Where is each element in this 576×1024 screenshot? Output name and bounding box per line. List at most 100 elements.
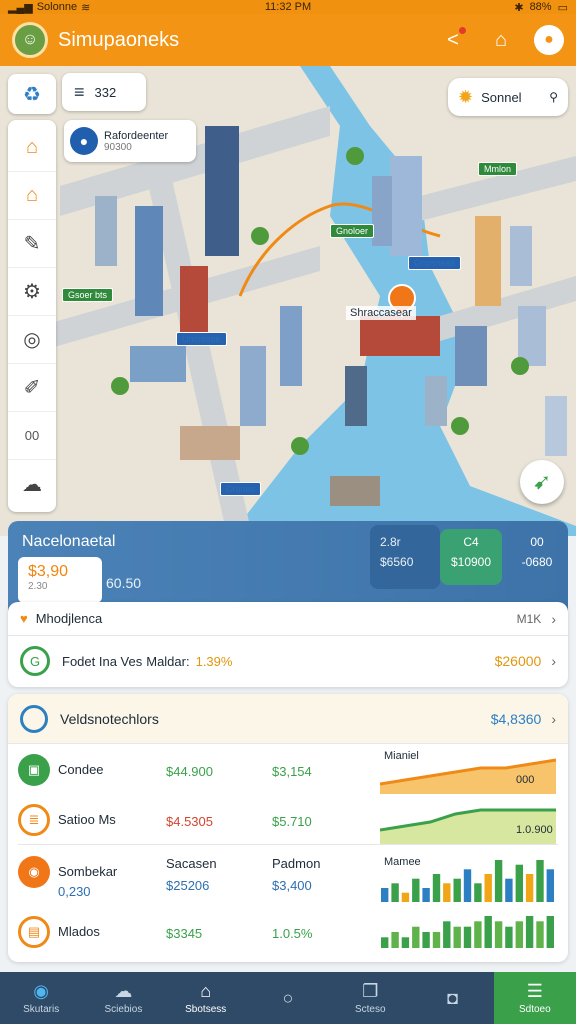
bar — [505, 926, 513, 948]
bar — [546, 916, 554, 948]
stat-row-label: Sombekar — [58, 864, 118, 879]
bar — [432, 874, 441, 902]
map-label[interactable]: Gnoloer — [330, 224, 375, 238]
stat-row-col1-label: Sacasen — [166, 856, 217, 871]
building-tool[interactable]: ⌂ — [8, 124, 56, 172]
fund-percent: 1.39% — [195, 653, 233, 669]
stat-tile-1[interactable]: 2.8r $6560 — [370, 525, 440, 589]
pin-label: Shraccasear — [346, 306, 416, 320]
building — [180, 426, 240, 460]
bar — [391, 883, 399, 902]
stat-tile-3[interactable]: 00 -0680 — [508, 529, 566, 575]
nav-item-circle[interactable]: ○ — [247, 972, 329, 1024]
stats-total: $4,8360 — [490, 710, 542, 727]
route-icon: ⌂ — [494, 28, 508, 51]
fund-amount: $26000 — [494, 653, 542, 669]
bar — [401, 892, 410, 902]
info-card-subtitle: 90300 — [104, 141, 132, 153]
building — [475, 216, 501, 306]
building — [518, 306, 546, 366]
fund-label: Fodet Ina Ves — [62, 653, 143, 669]
stat-row-col2: $5.710 — [272, 814, 312, 829]
grid-tool[interactable]: 00 — [8, 412, 56, 460]
locate-fab[interactable]: ➹ — [520, 460, 564, 504]
route-button[interactable]: ⌂ — [486, 25, 516, 55]
stat-row[interactable]: ≣ Satioo Ms $4.5305 $5.710 1.0.900 — [8, 796, 568, 846]
nav-item-sdtoeo[interactable]: ☰ Sdtoeo — [493, 972, 576, 1024]
stat-value: $10900 — [450, 555, 492, 569]
menu-chip[interactable]: ≡ 332 — [62, 73, 146, 111]
ruler-icon: ✎ — [23, 233, 41, 255]
draw-tool[interactable]: ✐ — [8, 364, 56, 412]
clock: 11:32 PM — [264, 1, 312, 13]
share-icon: < — [447, 28, 459, 51]
map-label[interactable]: Gnpsneas — [408, 256, 462, 270]
measure-tool[interactable]: ✎ — [8, 220, 56, 268]
summary-row-label: Mhodjlenca — [35, 611, 103, 626]
map-label[interactable]: Crunes — [220, 482, 262, 496]
compass-tool[interactable]: ◎ — [8, 316, 56, 364]
hamburger-icon: ≡ — [74, 81, 85, 102]
bar — [525, 874, 534, 902]
layers-button[interactable]: ♻ — [8, 74, 56, 114]
fund-row[interactable]: G Fodet Ina Ves Maldar: 1.39% $26000 › — [8, 636, 568, 686]
chevron-right-icon: › — [551, 710, 556, 727]
settings-chip[interactable]: ✹ Sonnel ⚲ — [448, 78, 568, 116]
stat-value: -0680 — [521, 555, 553, 569]
map-label[interactable]: Gsoer bts — [62, 288, 114, 302]
overview-badge[interactable]: $3,90 2.30 — [18, 557, 102, 603]
bar — [463, 869, 472, 902]
nav-item-sbotsess[interactable]: ⌂ Sbotsess — [165, 972, 247, 1024]
nav-label: Skutaris — [23, 1004, 60, 1015]
bar — [422, 932, 430, 948]
stat-row[interactable]: ▤ Mlados $3345 1.0.5% — [8, 908, 568, 958]
bar — [525, 916, 534, 948]
bar — [515, 864, 523, 902]
gear-icon: ⚙ — [23, 281, 41, 303]
bar — [432, 932, 441, 948]
spark-value: 1.0.900 — [516, 824, 553, 836]
map-label[interactable]: Mmlon — [478, 162, 518, 176]
house-tool[interactable]: ⌂ — [8, 172, 56, 220]
tree — [251, 227, 269, 245]
nav-item-sciebios[interactable]: ☁ Sciebios — [82, 972, 164, 1024]
nav-item-skutaris[interactable]: ◉ Skutaris — [0, 972, 82, 1024]
tree — [346, 147, 364, 165]
wallet-icon: ▣ — [18, 754, 50, 786]
stack-icon: ☰ — [526, 981, 543, 1001]
stat-label: 2.8r — [380, 535, 401, 549]
clipboard-icon: ▤ — [18, 916, 50, 948]
share-button[interactable]: < — [438, 25, 468, 55]
fund-icon: G — [20, 646, 50, 676]
settings-tool[interactable]: ⚙ — [8, 268, 56, 316]
map-label[interactable]: Uncrosoe — [176, 332, 227, 346]
search-icon[interactable]: ⚲ — [549, 90, 558, 104]
stat-row-label: Satioo Ms — [58, 812, 116, 827]
stats-header[interactable]: Veldsnotechlors $4,8360 › — [8, 694, 568, 744]
bar — [536, 921, 544, 948]
stat-row-label: Mlados — [58, 924, 100, 939]
message-icon: ◘ — [447, 987, 458, 1008]
building — [510, 226, 532, 286]
stat-row-col2-label: Padmon — [272, 856, 321, 871]
stat-tile-2[interactable]: C4 $10900 — [440, 529, 502, 585]
stat-row[interactable]: ▣ Condee $44.900 $3,154 Mianiel 000 — [8, 746, 568, 796]
chevron-right-icon: › — [551, 653, 556, 669]
building — [330, 476, 380, 506]
nav-item-messages[interactable]: ◘ — [411, 972, 493, 1024]
cloud-tool[interactable]: ☁ — [8, 460, 56, 508]
app-logo[interactable]: ☺ — [12, 22, 48, 58]
app-title: Simupaoneks — [58, 28, 180, 51]
summary-row[interactable]: ♥ Mhodjlenca M1K › — [8, 602, 568, 636]
stat-row[interactable]: ◉ Sombekar 0,230 Sacasen $25206 Padmon $… — [8, 848, 568, 902]
stats-panel: Veldsnotechlors $4,8360 › ▣ Condee $44.9… — [8, 694, 568, 962]
location-info-card[interactable]: ● Rafordeenter 90300 — [64, 120, 196, 162]
chevron-right-icon: › — [551, 610, 556, 627]
nav-label: Sdtoeo — [518, 1004, 551, 1015]
bar — [381, 937, 389, 948]
building — [135, 206, 163, 316]
nav-item-scteso[interactable]: ❐ Scteso — [329, 972, 411, 1024]
bar — [412, 926, 420, 948]
book-icon: ❐ — [362, 981, 379, 1001]
profile-button[interactable]: ● — [534, 25, 564, 55]
